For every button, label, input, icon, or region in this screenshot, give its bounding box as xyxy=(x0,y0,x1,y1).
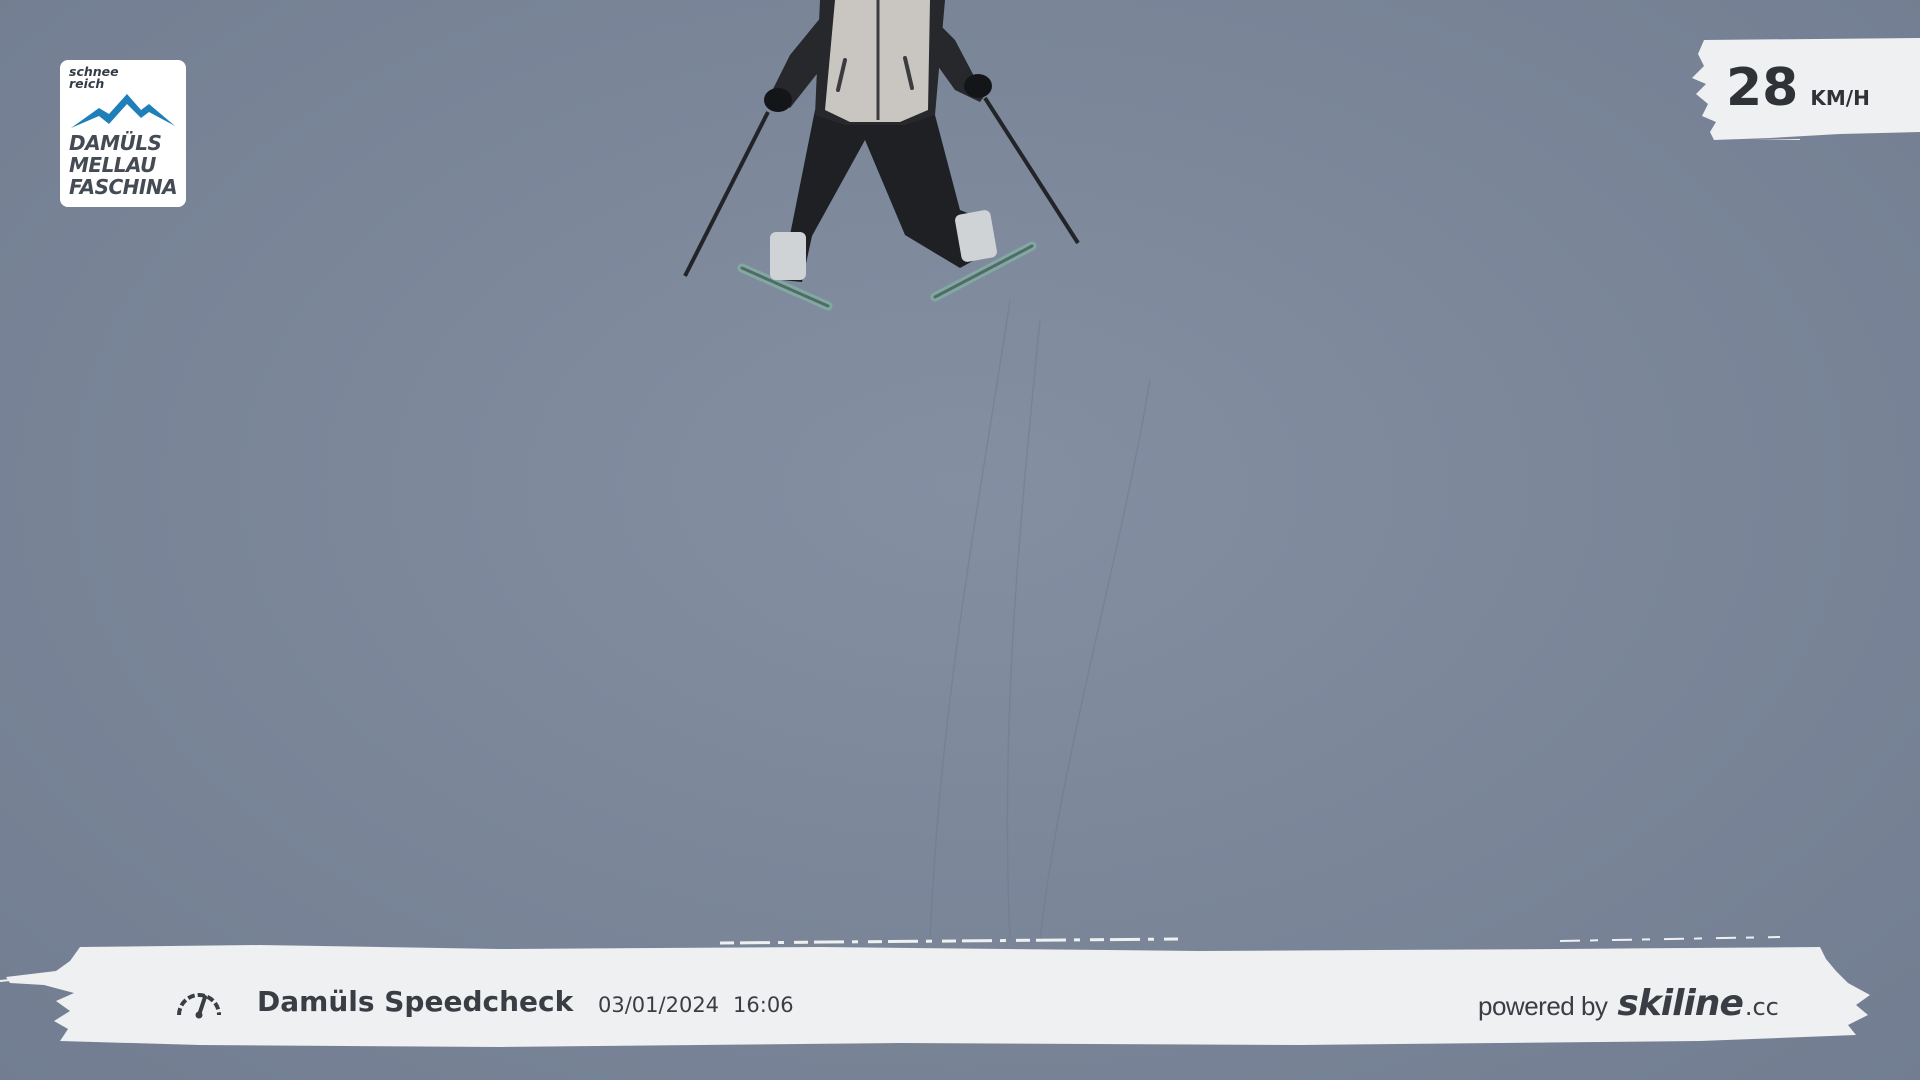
skiline-logo-tld: .cc xyxy=(1744,993,1779,1021)
logo-tagline-2: reich xyxy=(69,76,105,91)
mountain-icon xyxy=(71,94,175,128)
skier xyxy=(683,0,1080,311)
info-bar: Damüls Speedcheck 03/01/2024 16:06 power… xyxy=(0,935,1920,1055)
speed-value: 28 xyxy=(1726,58,1799,118)
time-text: 16:06 xyxy=(733,993,794,1017)
powered-by-skiline: powered by skiline .cc xyxy=(1478,983,1779,1024)
logo-place-3: FASCHINA xyxy=(69,175,178,199)
logo-place-2: MELLAU xyxy=(69,153,156,177)
page-title: Damüls Speedcheck xyxy=(257,985,574,1018)
resort-logo: schnee reich DAMÜLS MELLAU FASCHINA xyxy=(60,60,186,207)
ski-slope-scene xyxy=(683,0,1151,941)
speed-unit: KM/H xyxy=(1810,86,1870,110)
date-text: 03/01/2024 xyxy=(598,993,720,1017)
skiline-logo-text: skiline xyxy=(1617,983,1743,1024)
speed-readout: 28 KM/H xyxy=(1726,58,1870,118)
speed-badge: 28 KM/H xyxy=(1690,36,1920,140)
powered-by-label: powered by xyxy=(1478,991,1608,1021)
camera-view xyxy=(0,0,1920,1080)
timestamp: 03/01/2024 16:06 xyxy=(598,991,794,1019)
speedometer-icon xyxy=(177,993,221,1019)
logo-place-1: DAMÜLS xyxy=(69,131,162,155)
